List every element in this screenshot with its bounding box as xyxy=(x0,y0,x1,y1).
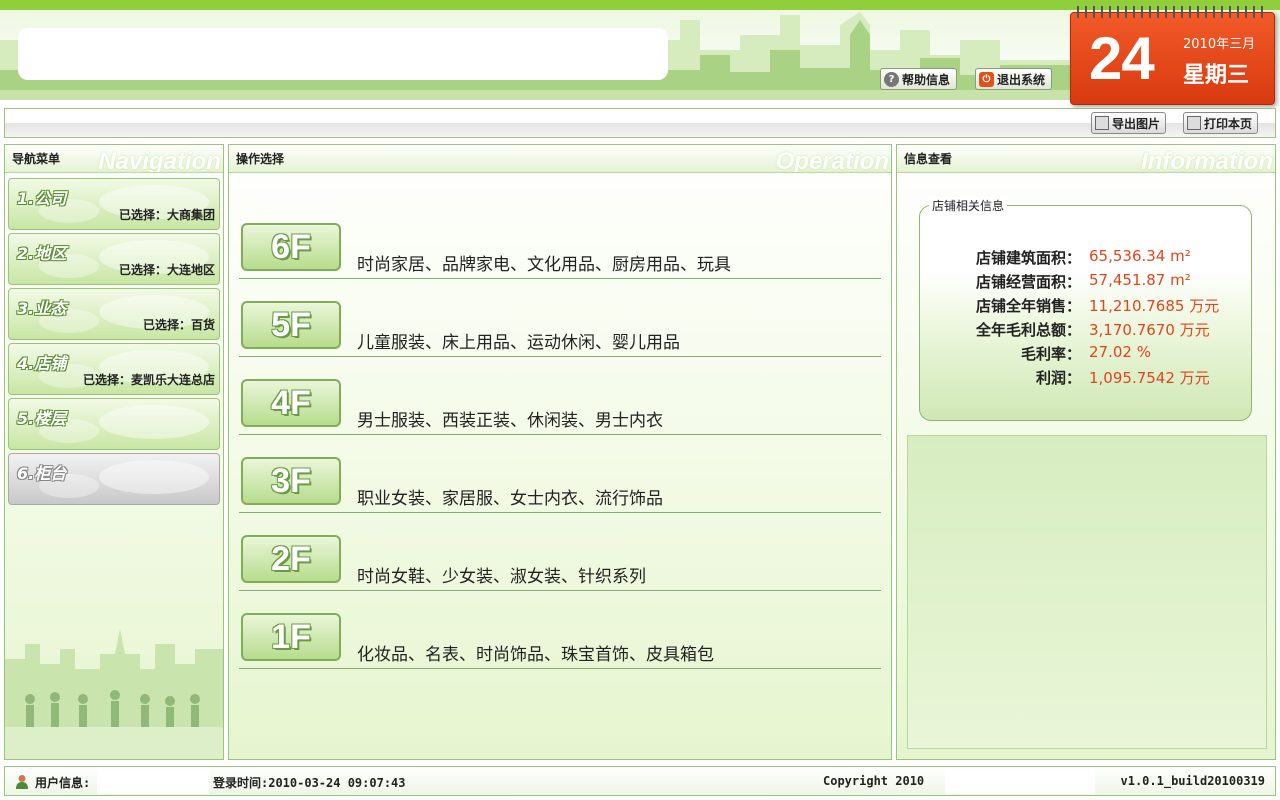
floor-badge: 2F xyxy=(241,535,341,583)
export-image-button[interactable]: 导出图片 xyxy=(1091,112,1167,134)
navigation-watermark: Navigation xyxy=(98,148,221,173)
calendar-day: 24 xyxy=(1089,25,1155,92)
operation-panel: 操作选择 Operation 6F 时尚家居、品牌家电、文化用品、厨房用品、玩具… xyxy=(228,144,892,760)
floor-description: 时尚家居、品牌家电、文化用品、厨房用品、玩具 xyxy=(357,255,731,275)
nav-item-company[interactable]: 1.公司 已选择：大商集团 xyxy=(8,178,220,230)
info-key: 店铺全年销售： xyxy=(975,297,1081,315)
nav-item-format[interactable]: 3.业态 已选择：百货 xyxy=(8,288,220,340)
info-key: 全年毛利总额： xyxy=(975,321,1081,339)
information-title-text: 信息查看 xyxy=(904,152,953,166)
info-key: 店铺建筑面积： xyxy=(975,249,1081,267)
city-people-illustration xyxy=(5,629,223,759)
info-value: 3,170.7670 万元 xyxy=(1089,321,1210,339)
help-icon: ? xyxy=(884,71,899,87)
info-row: 店铺全年销售： 11,210.7685 万元 xyxy=(927,295,1227,319)
printer-icon xyxy=(1187,116,1201,130)
info-value: 57,451.87 m² xyxy=(1089,271,1191,289)
world-map-graphic xyxy=(99,460,209,494)
store-info-legend: 店铺相关信息 xyxy=(929,197,1008,214)
copyright-owner xyxy=(945,770,1095,794)
floor-badge: 4F xyxy=(241,379,341,427)
exit-button[interactable]: ⏻ 退出系统 xyxy=(975,68,1053,90)
save-icon xyxy=(1095,116,1109,130)
login-time: 登录时间:2010-03-24 09:07:43 xyxy=(213,776,406,790)
nav-item-selection: 已选择：麦凯乐大连总店 xyxy=(82,373,215,387)
floor-row[interactable]: 5F 儿童服装、床上用品、运动休闲、婴儿用品 xyxy=(239,295,881,357)
navigation-title: 导航菜单 Navigation xyxy=(5,145,223,173)
info-row: 店铺经营面积： 57,451.87 m² xyxy=(927,271,1227,295)
info-key: 利润： xyxy=(1035,369,1081,387)
info-row: 店铺建筑面积： 65,536.34 m² xyxy=(927,247,1227,271)
navigation-title-text: 导航菜单 xyxy=(12,152,61,166)
user-info-value xyxy=(97,770,209,794)
power-icon: ⏻ xyxy=(979,71,994,87)
calendar-rings xyxy=(1077,6,1269,18)
help-button[interactable]: ? 帮助信息 xyxy=(880,68,958,90)
floor-description: 化妆品、名表、时尚饰品、珠宝首饰、皮具箱包 xyxy=(357,645,714,665)
floor-row[interactable]: 6F 时尚家居、品牌家电、文化用品、厨房用品、玩具 xyxy=(239,217,881,279)
floor-description: 职业女装、家居服、女士内衣、流行饰品 xyxy=(357,489,663,509)
info-row: 利润： 1,095.7542 万元 xyxy=(927,367,1227,391)
user-icon xyxy=(16,775,28,789)
nav-item-selection: 已选择：大连地区 xyxy=(118,263,215,277)
floor-badge: 3F xyxy=(241,457,341,505)
floor-description: 儿童服装、床上用品、运动休闲、婴儿用品 xyxy=(357,333,680,353)
nav-item-store[interactable]: 4.店铺 已选择：麦凯乐大连总店 xyxy=(8,343,220,395)
operation-watermark: Operation xyxy=(775,148,889,173)
calendar-year-month: 2010年三月 xyxy=(1183,37,1256,52)
calendar-weekday: 星期三 xyxy=(1183,63,1250,88)
nav-item-label: 4.店铺 xyxy=(17,354,67,373)
info-value: 65,536.34 m² xyxy=(1089,247,1191,265)
nav-item-region[interactable]: 2.地区 已选择：大连地区 xyxy=(8,233,220,285)
nav-item-selection: 已选择：百货 xyxy=(142,318,215,332)
information-watermark: Information xyxy=(1141,148,1273,173)
information-title: 信息查看 Information xyxy=(897,145,1275,173)
floor-row[interactable]: 1F 化妆品、名表、时尚饰品、珠宝首饰、皮具箱包 xyxy=(239,607,881,669)
floor-badge: 1F xyxy=(241,613,341,661)
floor-badge: 5F xyxy=(241,301,341,349)
export-label: 导出图片 xyxy=(1112,116,1161,131)
toolbar: 导出图片 打印本页 xyxy=(4,108,1276,138)
nav-item-selection: 已选择：大商集团 xyxy=(118,208,215,222)
navigation-panel: 导航菜单 Navigation 1.公司 已选择：大商集团 2.地区 已选择：大… xyxy=(4,144,224,760)
nav-item-label: 2.地区 xyxy=(17,244,67,263)
help-label: 帮助信息 xyxy=(902,72,951,87)
floor-row[interactable]: 2F 时尚女鞋、少女装、淑女装、针织系列 xyxy=(239,529,881,591)
info-key: 店铺经营面积： xyxy=(975,273,1081,291)
copyright: Copyright 2010 xyxy=(823,774,925,788)
print-label: 打印本页 xyxy=(1204,116,1253,131)
version: v1.0.1_build20100319 xyxy=(1120,774,1266,788)
info-value: 27.02 % xyxy=(1089,343,1151,361)
nav-item-counter[interactable]: 6.柜台 xyxy=(8,453,220,505)
info-row: 毛利率： 27.02 % xyxy=(927,343,1227,367)
info-row: 全年毛利总额： 3,170.7670 万元 xyxy=(927,319,1227,343)
floor-description: 男士服装、西装正装、休闲装、男士内衣 xyxy=(357,411,663,431)
info-value: 11,210.7685 万元 xyxy=(1089,297,1220,315)
calendar-widget: 24 2010年三月 星期三 xyxy=(1070,6,1275,105)
nav-item-label: 1.公司 xyxy=(17,189,67,208)
info-value: 1,095.7542 万元 xyxy=(1089,369,1210,387)
user-info-label: 用户信息: xyxy=(35,776,91,790)
print-page-button[interactable]: 打印本页 xyxy=(1183,112,1259,134)
floor-description: 时尚女鞋、少女装、淑女装、针织系列 xyxy=(357,567,646,587)
status-bar: 用户信息: 登录时间:2010-03-24 09:07:43 Copyright… xyxy=(4,766,1276,796)
operation-title-text: 操作选择 xyxy=(236,152,285,166)
operation-title: 操作选择 Operation xyxy=(229,145,891,173)
floor-row[interactable]: 4F 男士服装、西装正装、休闲装、男士内衣 xyxy=(239,373,881,435)
floor-row[interactable]: 3F 职业女装、家居服、女士内衣、流行饰品 xyxy=(239,451,881,513)
nav-item-floor[interactable]: 5.楼层 xyxy=(8,398,220,450)
nav-item-label: 6.柜台 xyxy=(17,464,67,483)
floor-badge: 6F xyxy=(241,223,341,271)
info-lower-area xyxy=(907,435,1267,749)
exit-label: 退出系统 xyxy=(997,72,1046,87)
information-panel: 信息查看 Information 店铺相关信息 店铺建筑面积： 65,536.3… xyxy=(896,144,1276,760)
nav-item-label: 3.业态 xyxy=(17,299,67,318)
world-map-graphic xyxy=(99,405,209,439)
info-key: 毛利率： xyxy=(1020,345,1081,363)
nav-item-label: 5.楼层 xyxy=(17,409,67,428)
logo-area xyxy=(18,28,668,80)
